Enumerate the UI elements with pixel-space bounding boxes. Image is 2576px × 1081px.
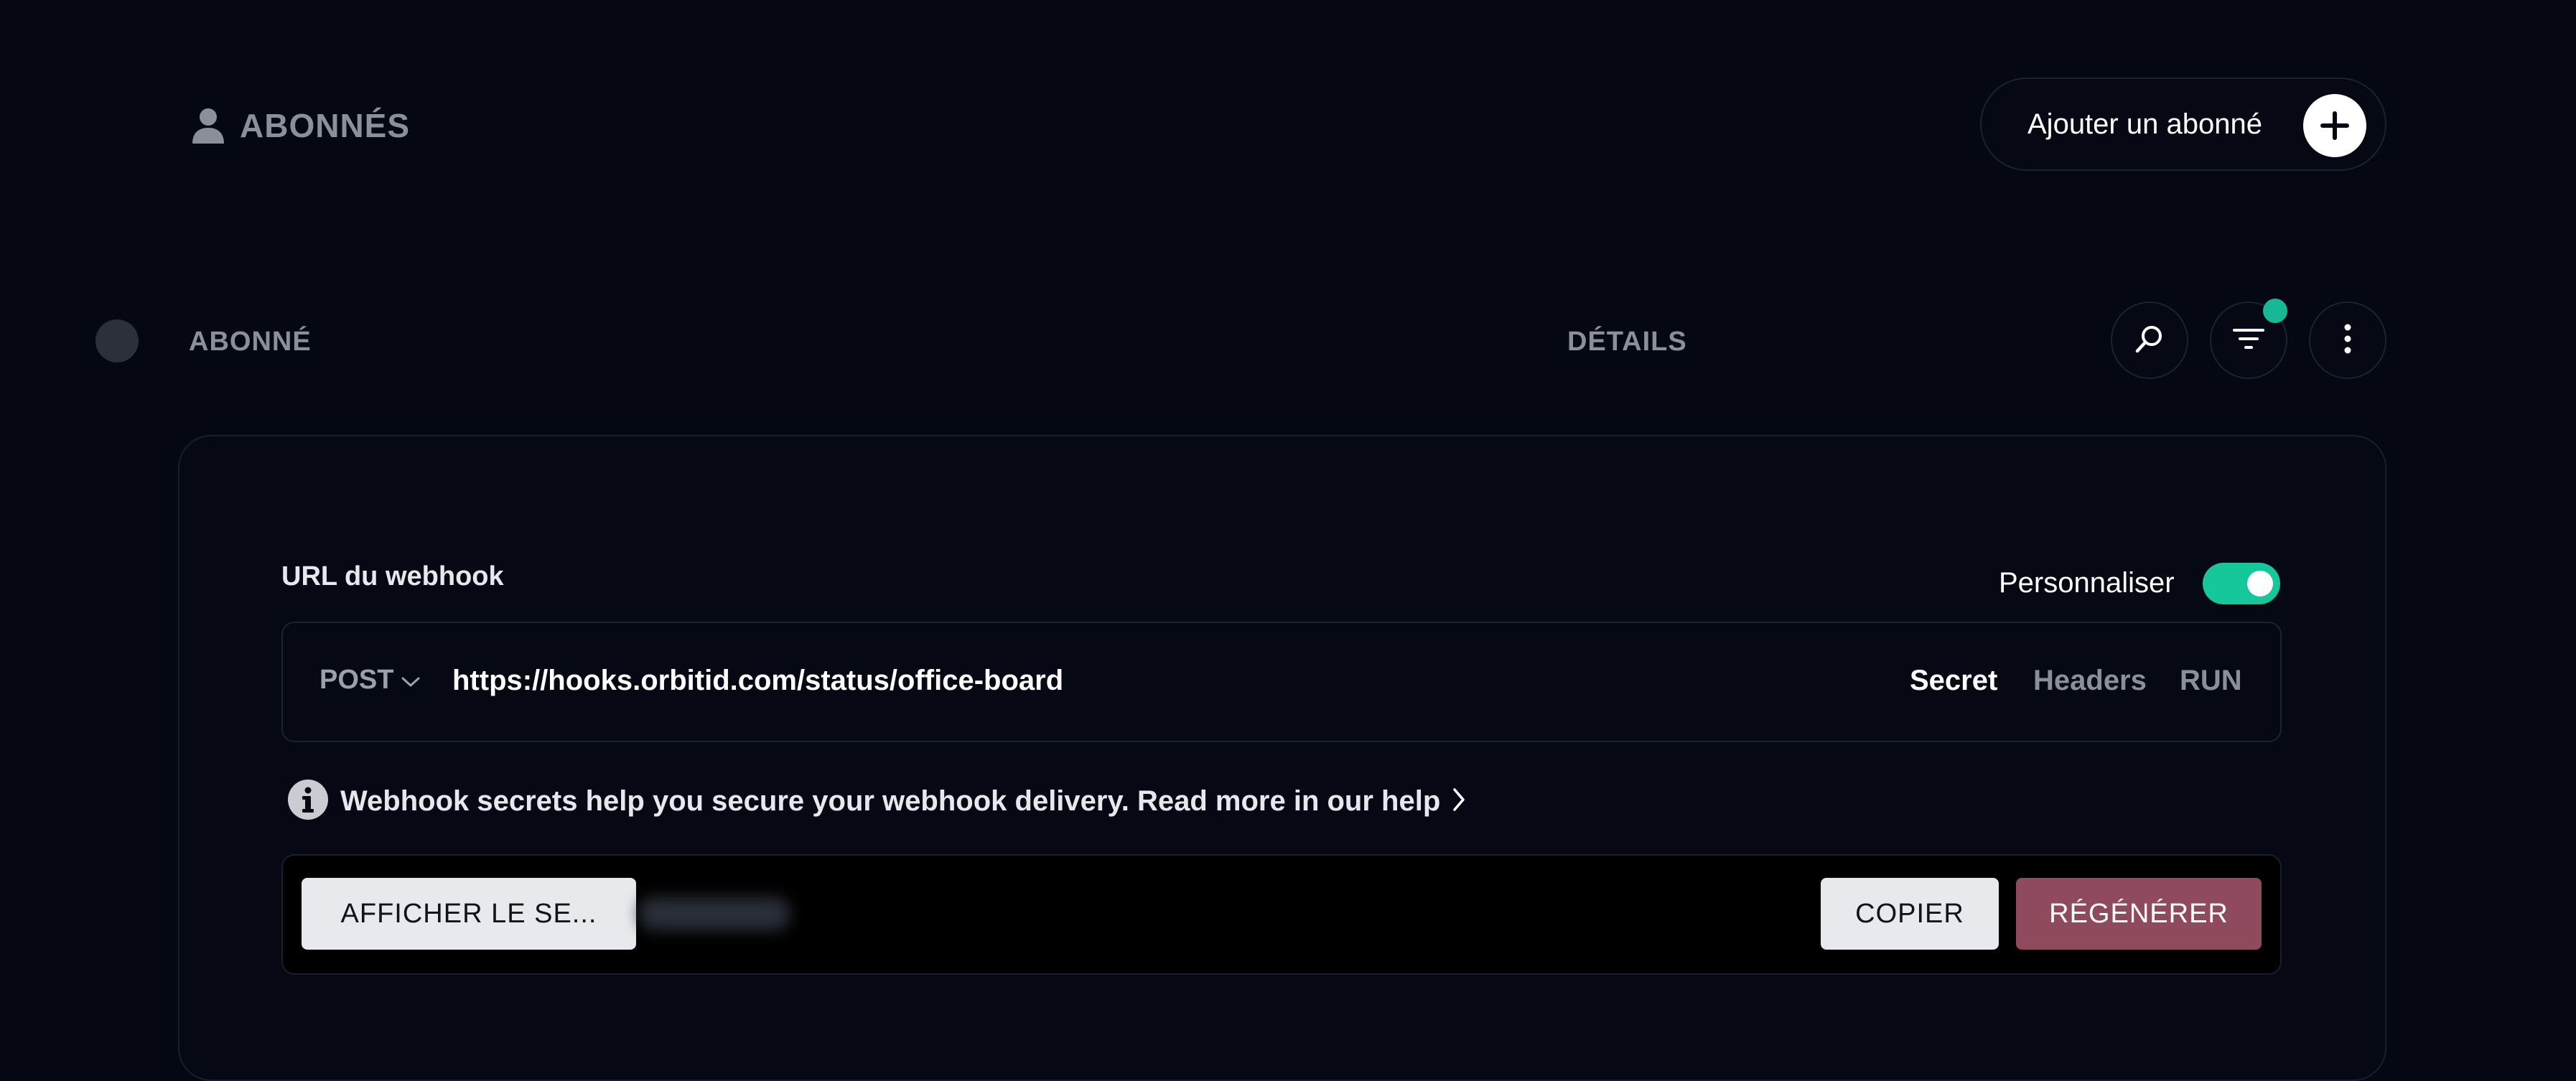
customize-label: Personnaliser [1999,567,2175,599]
page-title-text: ABONNÉS [240,107,411,144]
add-subscriber-label: Ajouter un abonné [2027,108,2262,140]
filter-icon [2231,326,2266,355]
page-title: ABONNÉS [192,100,410,151]
plus-icon [2303,94,2366,157]
chevron-down-icon [401,665,421,696]
secret-info-row: Webhook secrets help you secure your web… [287,779,1466,824]
search-button[interactable] [2111,301,2188,379]
webhook-url-input[interactable]: https://hooks.orbitid.com/status/office-… [452,665,1063,697]
customize-toggle[interactable] [2203,563,2280,604]
regenerate-button[interactable]: RÉGÉNÉRER [2016,878,2262,950]
user-icon [192,108,224,144]
column-header-details[interactable]: DÉTAILS [1567,327,1687,357]
secret-value-masked [639,897,790,930]
subscriber-card [178,435,2386,1081]
tab-secret[interactable]: Secret [1910,665,1997,697]
chevron-right-icon [1452,787,1466,816]
toggle-knob [2247,571,2273,596]
select-all-checkbox[interactable] [95,319,139,362]
column-header-subscriber[interactable]: ABONNÉ [189,327,312,357]
http-method-value: POST [319,665,394,695]
secret-help-link[interactable]: Webhook secrets help you secure your web… [340,785,1440,818]
tab-headers[interactable]: Headers [2033,665,2147,697]
add-subscriber-button[interactable]: Ajouter un abonné [1980,78,2386,171]
more-options-button[interactable] [2309,301,2386,379]
show-secret-button[interactable]: AFFICHER LE SE... [302,878,636,950]
http-method-select[interactable]: POST [319,665,421,696]
tab-run[interactable]: RUN [2180,665,2242,697]
search-icon [2134,323,2165,358]
copy-button[interactable]: COPIER [1821,878,1999,950]
info-icon [287,779,329,824]
webhook-url-label: URL du webhook [281,561,504,591]
filter-active-badge [2263,299,2287,323]
more-vertical-icon [2343,324,2352,357]
